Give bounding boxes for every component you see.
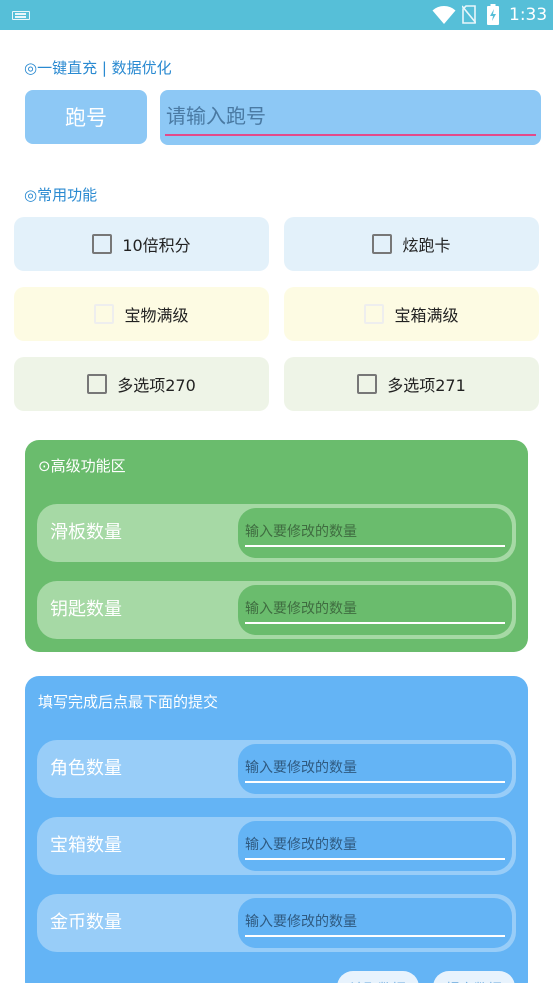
feature-run-card[interactable]: 炫跑卡 [284, 217, 539, 271]
feature-option-271[interactable]: 多选项271 [284, 357, 539, 411]
field-input-wrap [238, 585, 512, 635]
keyboard-icon [12, 11, 30, 20]
no-sim-icon [462, 5, 476, 24]
submit-panel: 填写完成后点最下面的提交 角色数量 宝箱数量 金币数量 读取数据 提交数据 [25, 676, 528, 983]
clock: 1:33 [509, 5, 548, 25]
field-label: 滑板数量 [50, 522, 122, 543]
feature-label: 炫跑卡 [402, 236, 451, 255]
feature-label: 10倍积分 [122, 236, 191, 255]
feature-label: 多选项271 [387, 376, 466, 395]
skateboard-count-row: 滑板数量 [37, 504, 516, 562]
checkbox[interactable] [364, 304, 385, 324]
checkbox[interactable] [87, 374, 108, 394]
feature-label: 宝物满级 [124, 306, 189, 325]
field-label: 宝箱数量 [50, 835, 122, 856]
chest-count-input[interactable] [245, 832, 505, 860]
submit-data-button[interactable]: 提交数据 [433, 971, 515, 983]
submit-panel-title: 填写完成后点最下面的提交 [38, 693, 219, 711]
checkbox[interactable] [92, 234, 113, 254]
feature-treasure-max-level[interactable]: 宝物满级 [14, 287, 269, 341]
field-label: 角色数量 [50, 758, 122, 779]
field-input-wrap [238, 898, 512, 948]
feature-label: 多选项270 [117, 376, 196, 395]
feature-10x-points[interactable]: 10倍积分 [14, 217, 269, 271]
chest-count-row: 宝箱数量 [37, 817, 516, 875]
field-input-wrap [238, 744, 512, 794]
recharge-section-title: ◎一键直充 | 数据优化 [24, 59, 172, 77]
battery-charging-icon [487, 4, 499, 25]
checkbox[interactable] [357, 374, 378, 394]
coin-count-row: 金币数量 [37, 894, 516, 952]
run-number-input[interactable] [165, 98, 536, 136]
common-section-title: ◎常用功能 [24, 186, 98, 204]
character-count-input[interactable] [245, 755, 505, 783]
status-bar: 1:33 [0, 0, 553, 30]
feature-chest-max-level[interactable]: 宝箱满级 [284, 287, 539, 341]
key-count-row: 钥匙数量 [37, 581, 516, 639]
read-data-button[interactable]: 读取数据 [337, 971, 419, 983]
field-label: 钥匙数量 [50, 599, 122, 620]
checkbox[interactable] [94, 304, 115, 324]
wifi-icon [432, 6, 456, 24]
checkbox[interactable] [372, 234, 393, 254]
feature-label: 宝箱满级 [394, 306, 459, 325]
coin-count-input[interactable] [245, 909, 505, 937]
advanced-panel-title: ⊙高级功能区 [38, 457, 126, 475]
run-number-label: 跑号 [25, 90, 147, 144]
field-label: 金币数量 [50, 912, 122, 933]
feature-option-270[interactable]: 多选项270 [14, 357, 269, 411]
run-number-input-box [160, 90, 541, 145]
key-count-input[interactable] [245, 596, 505, 624]
advanced-panel: ⊙高级功能区 滑板数量 钥匙数量 [25, 440, 528, 652]
character-count-row: 角色数量 [37, 740, 516, 798]
skateboard-count-input[interactable] [245, 519, 505, 547]
field-input-wrap [238, 821, 512, 871]
field-input-wrap [238, 508, 512, 558]
